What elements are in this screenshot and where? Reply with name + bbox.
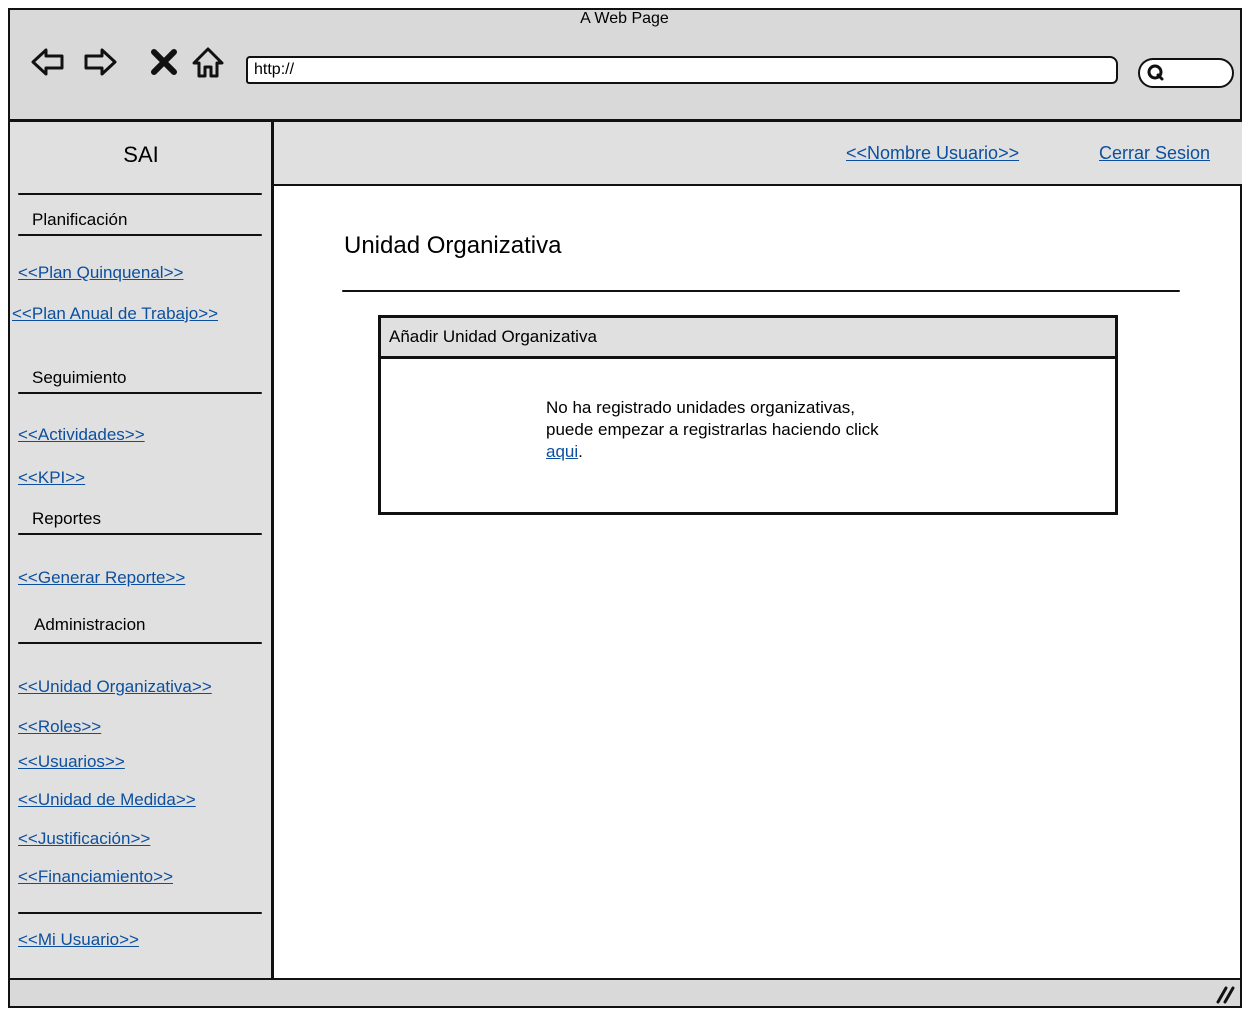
sidebar-divider bbox=[18, 642, 262, 644]
sidebar-link-plan-quinquenal[interactable]: <<Plan Quinquenal>> bbox=[18, 263, 183, 283]
sidebar-link-roles[interactable]: <<Roles>> bbox=[18, 717, 101, 737]
resize-grip-icon[interactable] bbox=[1214, 984, 1236, 1004]
logout-link[interactable]: Cerrar Sesion bbox=[1099, 143, 1210, 164]
sidebar-divider bbox=[18, 234, 262, 236]
sidebar-link-usuarios[interactable]: <<Usuarios>> bbox=[18, 752, 125, 772]
sidebar-link-mi-usuario[interactable]: <<Mi Usuario>> bbox=[18, 930, 139, 950]
sidebar-link-unidad-de-medida[interactable]: <<Unidad de Medida>> bbox=[18, 790, 196, 810]
message-period: . bbox=[578, 442, 583, 461]
app-title: SAI bbox=[123, 142, 159, 167]
sidebar-link-unidad-organizativa[interactable]: <<Unidad Organizativa>> bbox=[18, 677, 212, 697]
sidebar-divider bbox=[18, 193, 262, 195]
section-title-administracion: Administracion bbox=[34, 615, 146, 634]
stop-x-icon[interactable] bbox=[146, 44, 182, 80]
sidebar-link-actividades[interactable]: <<Actividades>> bbox=[18, 425, 145, 445]
sidebar bbox=[8, 122, 274, 980]
add-unidad-header[interactable]: Añadir Unidad Organizativa bbox=[378, 315, 1118, 359]
sidebar-link-generar-reporte[interactable]: <<Generar Reporte>> bbox=[18, 568, 185, 588]
window-title: A Web Page bbox=[580, 10, 669, 27]
search-icon bbox=[1147, 64, 1164, 81]
back-arrow-icon[interactable] bbox=[30, 44, 66, 80]
sidebar-link-kpi[interactable]: <<KPI>> bbox=[18, 468, 85, 488]
sidebar-divider bbox=[18, 392, 262, 394]
sidebar-divider bbox=[18, 912, 262, 914]
sidebar-divider bbox=[18, 533, 262, 535]
section-title-seguimiento: Seguimiento bbox=[32, 368, 127, 387]
url-input[interactable]: http:// bbox=[246, 56, 1118, 84]
empty-state-message: No ha registrado unidades organizativas,… bbox=[546, 397, 966, 463]
status-bar bbox=[8, 978, 1242, 1008]
section-title-planificacion: Planificación bbox=[32, 210, 128, 229]
title-divider bbox=[342, 290, 1180, 292]
sidebar-link-plan-anual[interactable]: <<Plan Anual de Trabajo>> bbox=[12, 304, 218, 324]
empty-message-line: No ha registrado unidades organizativas, bbox=[546, 398, 856, 417]
header-bar bbox=[274, 122, 1242, 186]
aqui-link[interactable]: aqui bbox=[546, 442, 578, 461]
sidebar-link-justificacion[interactable]: <<Justificación>> bbox=[18, 829, 150, 849]
user-name-link[interactable]: <<Nombre Usuario>> bbox=[846, 143, 1019, 164]
home-icon[interactable] bbox=[190, 44, 226, 80]
empty-message-line: aqui. bbox=[546, 441, 966, 463]
forward-arrow-icon[interactable] bbox=[82, 44, 118, 80]
empty-message-line: puede empezar a registrarlas haciendo cl… bbox=[546, 420, 879, 439]
page-title: Unidad Organizativa bbox=[344, 232, 562, 259]
sidebar-link-financiamiento[interactable]: <<Financiamiento>> bbox=[18, 867, 173, 887]
section-title-reportes: Reportes bbox=[32, 509, 101, 528]
